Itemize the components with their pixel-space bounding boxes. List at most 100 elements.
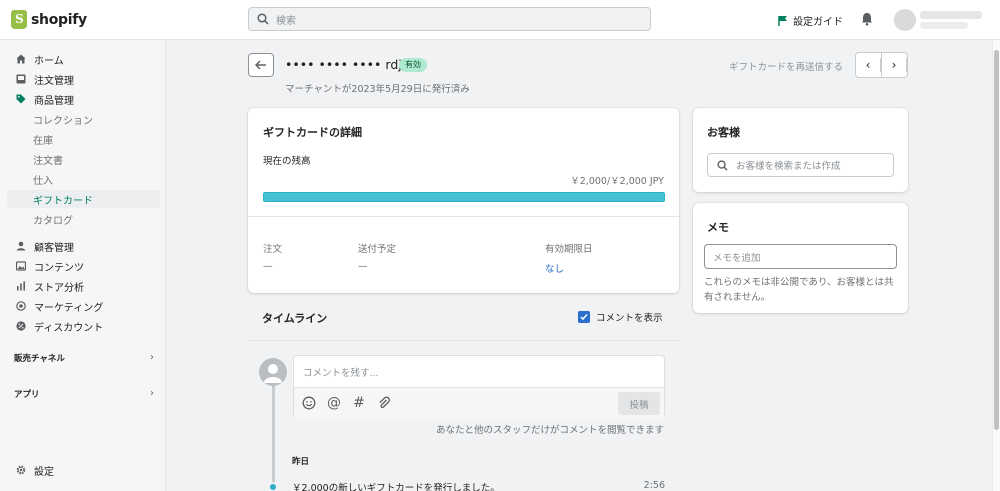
timeline-date-label: 昨日 — [292, 457, 310, 467]
card-title: お客様 — [707, 126, 740, 139]
bell-icon[interactable] — [861, 12, 873, 26]
sidebar-sub-catalogs[interactable]: カタログ — [7, 210, 160, 228]
sidebar-sub-purchase-orders[interactable]: 注文書 — [7, 150, 160, 168]
sidebar-item-analytics[interactable]: ストア分析 — [0, 276, 166, 296]
sidebar-sub-label: 在庫 — [33, 135, 53, 147]
target-icon — [16, 301, 26, 311]
home-icon — [16, 54, 26, 64]
check-icon — [580, 314, 588, 321]
show-comments-label: コメントを表示 — [596, 313, 663, 324]
setup-guide-label: 設定ガイド — [793, 17, 843, 28]
issued-subtitle: マーチャントが2023年5月29日に発行済み — [285, 84, 470, 95]
timeline-event-dot — [268, 482, 278, 491]
order-column: 注文 — — [263, 241, 282, 272]
arrow-left-icon — [255, 60, 266, 70]
sidebar-sub-label: コレクション — [33, 115, 93, 127]
scrollbar[interactable] — [992, 40, 1000, 491]
customer-card: お客様 お客様を検索または作成 — [693, 108, 908, 192]
sidebar-section-sales-channels[interactable]: 販売チャネル › — [14, 352, 154, 364]
order-value: — — [263, 261, 273, 272]
sidebar-item-label: ストア分析 — [34, 282, 84, 294]
divider — [248, 216, 679, 217]
chevron-right-icon: › — [882, 58, 907, 72]
sidebar-sub-transfers[interactable]: 仕入 — [7, 170, 160, 188]
setup-guide-link[interactable]: 設定ガイド — [778, 13, 843, 28]
scheduled-column: 送付予定 — — [358, 241, 396, 272]
sidebar-item-content[interactable]: コンテンツ — [0, 256, 166, 276]
balance-progress-fill — [264, 193, 664, 201]
sidebar-item-marketing[interactable]: マーケティング — [0, 296, 166, 316]
sidebar-item-label: 設定 — [34, 466, 54, 478]
image-icon — [16, 261, 26, 271]
show-comments-toggle[interactable]: コメントを表示 — [578, 310, 663, 324]
resend-gift-card-button[interactable]: ギフトカードを再送信する — [729, 59, 843, 73]
sidebar-sub-label: ギフトカード — [33, 195, 93, 207]
sidebar-sub-gift-cards[interactable]: ギフトカード — [7, 190, 160, 208]
search-icon — [257, 13, 269, 25]
memo-input[interactable]: メモを追加 — [704, 244, 897, 269]
hashtag-icon[interactable]: # — [351, 395, 367, 411]
mention-icon[interactable]: @ — [326, 395, 342, 411]
analytics-icon — [17, 281, 25, 291]
order-label: 注文 — [263, 244, 283, 255]
expiry-column: 有効期限日 なし — [545, 241, 593, 275]
person-icon — [16, 241, 26, 251]
staff-note: あなたと他のスタッフだけがコメントを閲覧できます — [435, 425, 664, 436]
sidebar-item-discounts[interactable]: ディスカウント — [0, 316, 166, 336]
expiry-value-link[interactable]: なし — [545, 261, 593, 275]
balance-progress-bar — [263, 192, 665, 202]
sidebar-item-label: マーケティング — [34, 302, 104, 314]
scroll-thumb[interactable] — [994, 50, 999, 430]
card-title: ギフトカードの詳細 — [263, 126, 362, 139]
sidebar-sub-label: 注文書 — [33, 155, 63, 167]
tag-icon — [16, 94, 26, 104]
search-bar[interactable]: 検索 — [248, 7, 651, 31]
sidebar-item-settings[interactable]: 設定 — [0, 460, 166, 480]
emoji-icon[interactable] — [301, 395, 317, 411]
timeline-event-time: 2:56 — [643, 480, 665, 491]
timeline-event-text: ￥2,000の新しいギフトカードを発行しました。 — [292, 483, 500, 491]
timeline-line — [272, 380, 275, 491]
status-badge: 有効 — [399, 58, 427, 72]
sidebar-item-label: コンテンツ — [34, 262, 84, 274]
user-name-blurred[interactable] — [920, 11, 982, 19]
sales-channels-label: 販売チャネル — [14, 354, 65, 364]
sidebar-sub-label: カタログ — [33, 215, 73, 227]
checkbox[interactable] — [578, 311, 590, 323]
sidebar-item-label: 顧客管理 — [34, 242, 74, 254]
inbox-icon — [16, 74, 26, 84]
sidebar-item-label: ホーム — [34, 55, 64, 67]
balance-value: ￥2,000/￥2,000 JPY — [570, 176, 664, 187]
comment-toolbar: @ # 投稿 — [294, 387, 664, 419]
gear-icon — [16, 465, 26, 475]
sidebar-item-products[interactable]: 商品管理 — [0, 89, 166, 109]
next-button[interactable]: › — [882, 53, 907, 77]
search-placeholder: 検索 — [276, 15, 296, 27]
brand-name: shopify — [31, 11, 87, 28]
chevron-left-icon: ‹ — [856, 58, 881, 72]
shopify-logo[interactable]: shopify — [11, 10, 87, 29]
user-avatar[interactable] — [894, 9, 916, 31]
back-button[interactable] — [248, 53, 274, 77]
scheduled-value: — — [358, 261, 368, 272]
memo-placeholder: メモを追加 — [713, 252, 761, 264]
shopify-bag-icon — [11, 10, 27, 29]
sidebar-item-customers[interactable]: 顧客管理 — [0, 236, 166, 256]
sidebar-sub-inventory[interactable]: 在庫 — [7, 130, 160, 148]
sidebar-section-apps[interactable]: アプリ › — [14, 388, 154, 400]
chevron-right-icon: › — [150, 352, 154, 363]
sidebar-item-orders[interactable]: 注文管理 — [0, 69, 166, 89]
customer-search-input[interactable]: お客様を検索または作成 — [707, 153, 894, 177]
search-icon — [717, 159, 728, 171]
comment-composer: コメントを残す... @ # 投稿 — [293, 355, 665, 419]
previous-button[interactable]: ‹ — [856, 53, 882, 77]
sidebar-item-label: ディスカウント — [34, 322, 104, 334]
attachment-icon[interactable] — [376, 395, 392, 411]
pagination: ‹ › — [855, 52, 908, 78]
sidebar-sub-collections[interactable]: コレクション — [7, 110, 160, 128]
post-button[interactable]: 投稿 — [618, 392, 660, 415]
gift-card-details-card: ギフトカードの詳細 現在の残高 ￥2,000/￥2,000 JPY 注文 — 送… — [248, 108, 679, 293]
sidebar-item-home[interactable]: ホーム — [0, 49, 166, 69]
sidebar-item-label: 商品管理 — [34, 95, 74, 107]
comment-input[interactable]: コメントを残す... — [303, 365, 379, 379]
